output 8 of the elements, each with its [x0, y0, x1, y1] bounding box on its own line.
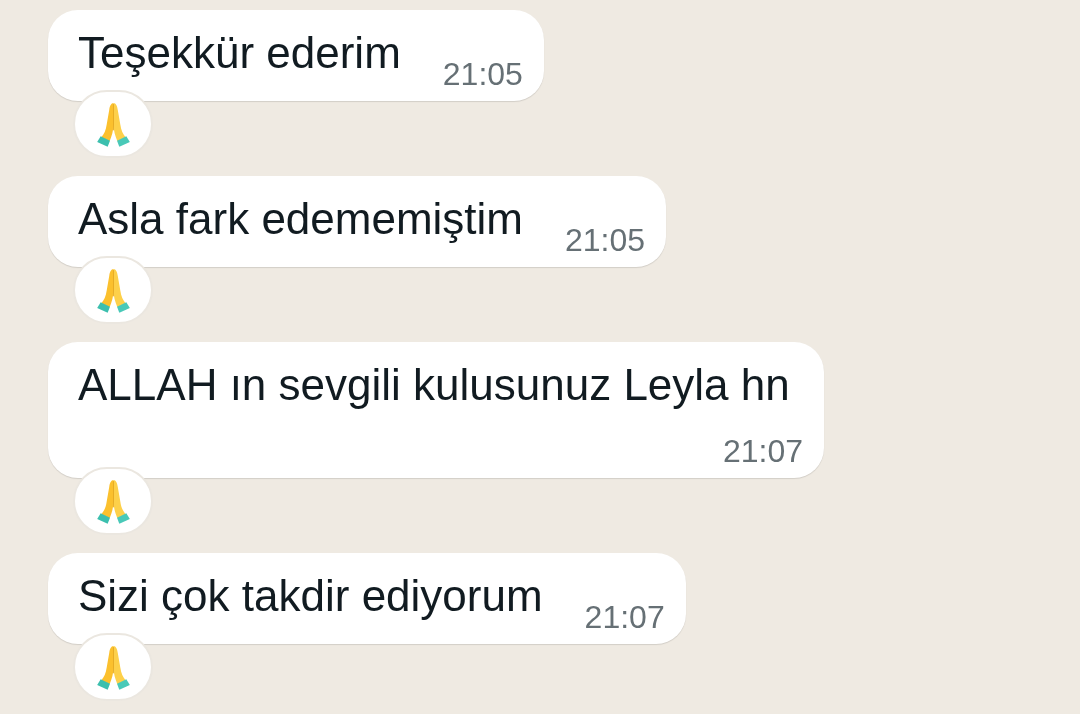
- message-text: Sizi çok takdir ediyorum: [78, 570, 543, 622]
- message-time: 21:07: [584, 599, 665, 635]
- message-text: Asla fark edememiştim: [78, 193, 523, 245]
- message-time: 21:05: [565, 222, 646, 258]
- message-text: ALLAH ın sevgili kulusunuz Leyla hn: [78, 359, 790, 411]
- message-time: 21:07: [722, 433, 803, 469]
- message-text: Teşekkür ederim: [78, 27, 401, 79]
- message-time: 21:05: [442, 56, 523, 92]
